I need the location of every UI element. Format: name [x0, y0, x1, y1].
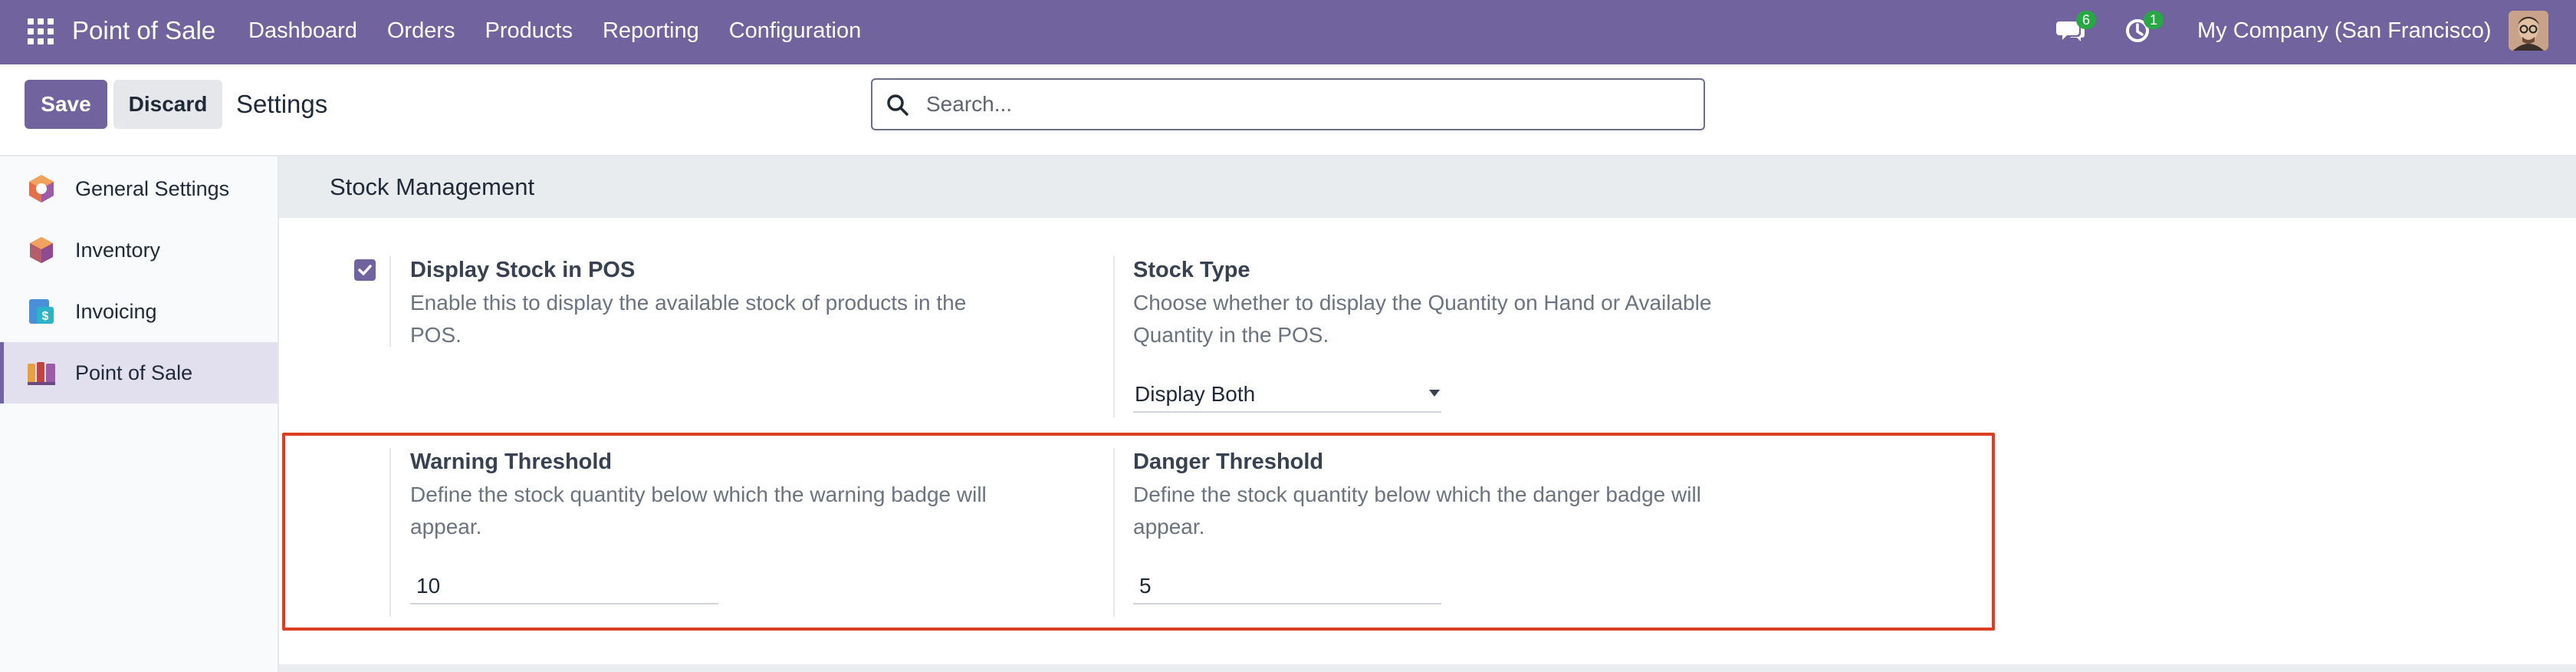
menu-item-reporting[interactable]: Reporting: [587, 14, 714, 48]
inventory-icon: [30, 237, 53, 263]
svg-text:$: $: [42, 310, 49, 323]
page-title: Settings: [236, 90, 328, 118]
danger-threshold-title: Danger Threshold: [1133, 450, 1324, 474]
menu-item-configuration[interactable]: Configuration: [714, 14, 876, 48]
settings-sidebar: General Settings Inventory $ Invoicing P…: [0, 156, 279, 672]
danger-threshold-description: Define the stock quantity below which th…: [1133, 483, 1701, 539]
warning-threshold-description: Define the stock quantity below which th…: [410, 483, 987, 539]
user-avatar[interactable]: [2509, 11, 2548, 51]
warning-threshold-title: Warning Threshold: [410, 450, 613, 474]
sidebar-item-label: Inventory: [75, 239, 161, 262]
setting-divider: [1113, 256, 1115, 417]
display-stock-description: Enable this to display the available sto…: [410, 291, 967, 347]
invoicing-icon: $: [29, 299, 54, 324]
caret-down-icon: [1429, 390, 1440, 397]
sidebar-item-label: Point of Sale: [75, 361, 193, 384]
odoo-settings-icon: [29, 175, 54, 203]
setting-divider: [389, 256, 391, 347]
messages-button[interactable]: 6: [2056, 11, 2096, 46]
stock-type-selected-value: Display Both: [1135, 382, 1256, 406]
messages-count-badge: 6: [2076, 11, 2096, 29]
user-avatar-image: [2509, 11, 2548, 51]
control-panel: Save Discard Settings: [0, 64, 2576, 156]
sidebar-item-label: Invoicing: [75, 300, 157, 323]
search-icon: [887, 94, 909, 116]
discard-button[interactable]: Discard: [113, 80, 222, 129]
point-of-sale-icon: [28, 362, 55, 385]
setting-divider: [1113, 448, 1115, 617]
main-menu: Dashboard Orders Products Reporting Conf…: [248, 14, 876, 48]
stock-type-description: Choose whether to display the Quantity o…: [1133, 291, 1712, 347]
sidebar-item-point-of-sale[interactable]: Point of Sale: [0, 342, 278, 404]
stock-type-select[interactable]: Display Both: [1133, 376, 1441, 413]
checkmark-icon: [358, 265, 372, 275]
search-input[interactable]: [926, 87, 1677, 121]
settings-content: Stock Management Display Stock in POS En…: [279, 156, 2576, 672]
setting-divider: [389, 448, 391, 617]
save-button[interactable]: Save: [25, 80, 107, 129]
danger-threshold-value: 5: [1139, 574, 1152, 598]
top-navbar: Point of Sale Dashboard Orders Products …: [0, 0, 2576, 64]
sidebar-item-inventory[interactable]: Inventory: [0, 219, 278, 281]
sidebar-item-general-settings[interactable]: General Settings: [0, 158, 278, 219]
display-stock-checkbox[interactable]: [354, 259, 376, 281]
display-stock-title: Display Stock in POS: [410, 258, 636, 282]
warning-threshold-input[interactable]: 10: [410, 568, 718, 604]
apps-menu-icon[interactable]: [28, 18, 54, 44]
section-header: Stock Management: [279, 156, 2576, 218]
menu-item-products[interactable]: Products: [470, 14, 587, 48]
section-footer-band: [279, 664, 2576, 672]
menu-item-orders[interactable]: Orders: [372, 14, 470, 48]
activities-count-badge: 1: [2144, 11, 2164, 29]
sidebar-item-invoicing[interactable]: $ Invoicing: [0, 281, 278, 342]
menu-item-dashboard[interactable]: Dashboard: [248, 14, 372, 48]
warning-threshold-value: 10: [416, 574, 441, 598]
sidebar-item-label: General Settings: [75, 177, 230, 200]
search-box[interactable]: [871, 78, 1705, 130]
section-title: Stock Management: [330, 173, 535, 200]
stock-type-title: Stock Type: [1133, 258, 1250, 282]
activities-button[interactable]: 1: [2124, 11, 2164, 46]
company-switcher[interactable]: My Company (San Francisco): [2197, 14, 2492, 48]
danger-threshold-input[interactable]: 5: [1133, 568, 1441, 604]
app-brand[interactable]: Point of Sale: [72, 14, 215, 48]
